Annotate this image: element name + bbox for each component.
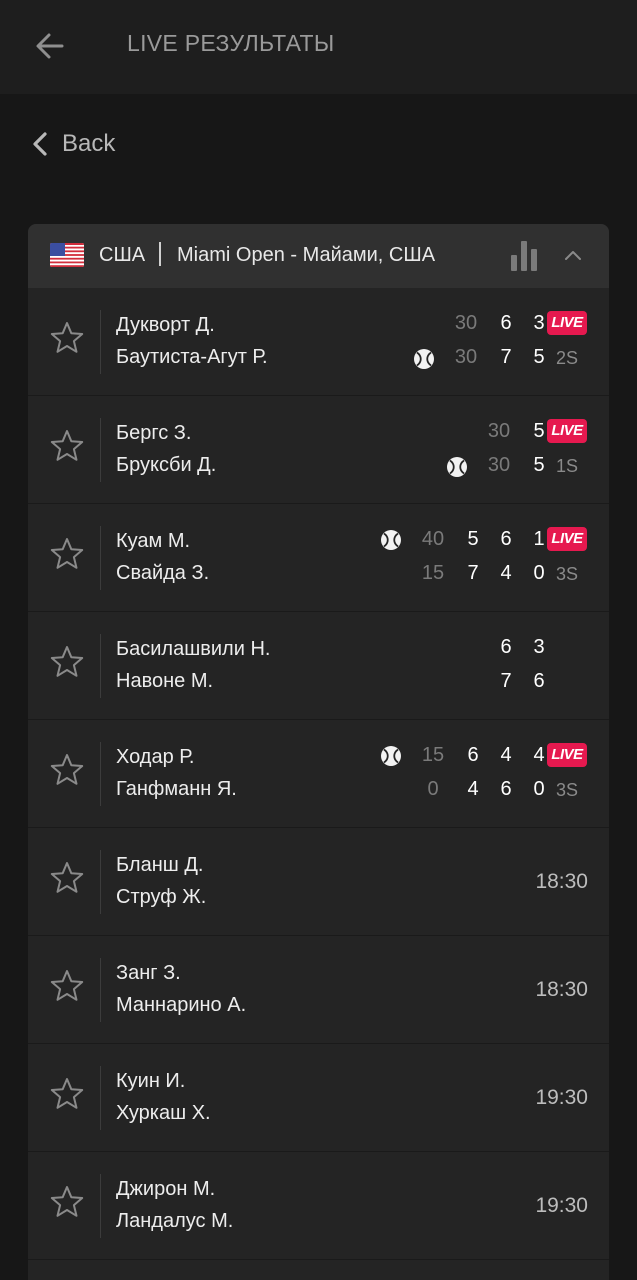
- current-set-label: 3S: [555, 780, 579, 800]
- player-one-name: Дукворт Д.: [116, 314, 215, 336]
- match-start-time: 19:30: [535, 1086, 588, 1109]
- match-row[interactable]: Куам М. Свайда З. 5 7 6 4 1 0 40 15 LIVE 3S: [28, 504, 609, 612]
- chevron-up-icon[interactable]: [562, 246, 584, 264]
- star-icon[interactable]: [49, 644, 85, 680]
- row-divider: [100, 418, 101, 482]
- player-one-set-score: 6: [500, 636, 512, 658]
- player-two-set-score: 6: [533, 670, 545, 692]
- player-two-name: Свайда З.: [116, 562, 210, 584]
- match-row[interactable]: Дукворт Д. Баутиста-Агут Р. 6 7 3 5 30 30 LIVE 2S: [28, 288, 609, 396]
- match-row[interactable]: Басилашвили Н. Навоне М. 6 7 3 6: [28, 612, 609, 720]
- player-two-set-score: 4: [500, 562, 512, 584]
- row-divider: [100, 742, 101, 806]
- match-row[interactable]: Ходар Р. Ганфманн Я. 6 4 4 6 4 0 15 0 LIVE 3S: [28, 720, 609, 828]
- star-icon[interactable]: [49, 536, 85, 572]
- live-badge: LIVE: [547, 419, 587, 443]
- player-two-game-points: 0: [427, 778, 439, 800]
- star-icon[interactable]: [49, 1076, 85, 1112]
- player-two-name: Маннарино А.: [116, 994, 247, 1016]
- player-one-name: Бергс З.: [116, 422, 192, 444]
- player-one-name: Басилашвили Н.: [116, 638, 271, 660]
- row-divider: [100, 526, 101, 590]
- player-one-name: Джирон М.: [116, 1178, 216, 1200]
- player-one-name: Куам М.: [116, 530, 191, 552]
- player-two-name: Бруксби Д.: [116, 454, 217, 476]
- player-one-set-score: 4: [500, 744, 512, 766]
- back-link[interactable]: Back: [30, 128, 115, 160]
- player-one-game-points: 15: [421, 744, 445, 766]
- match-row[interactable]: Куин И. Хуркаш Х. 19:30: [28, 1044, 609, 1152]
- us-flag-icon: [50, 243, 84, 267]
- live-badge: LIVE: [547, 311, 587, 335]
- current-set-label: 2S: [555, 348, 579, 368]
- player-two-set-score: 7: [467, 562, 479, 584]
- player-one-set-score: 6: [500, 528, 512, 550]
- header-divider: [159, 242, 161, 266]
- match-row[interactable]: Бланш Д. Струф Ж. 18:30: [28, 828, 609, 936]
- tennis-ball-icon: [447, 457, 467, 477]
- player-one-name: Бланш Д.: [116, 854, 204, 876]
- player-two-game-points: 30: [454, 346, 478, 368]
- bar-chart-icon[interactable]: [509, 239, 539, 271]
- star-icon[interactable]: [49, 752, 85, 788]
- player-one-set-score: 6: [467, 744, 479, 766]
- row-divider: [100, 1066, 101, 1130]
- row-divider: [100, 958, 101, 1022]
- tournament-country: США: [99, 244, 146, 266]
- row-divider: [100, 850, 101, 914]
- player-two-set-score: 7: [500, 670, 512, 692]
- arrow-left-icon[interactable]: [32, 28, 68, 64]
- match-start-time: 19:30: [535, 1194, 588, 1217]
- match-start-time: 18:30: [535, 978, 588, 1001]
- player-two-game-points: 30: [487, 454, 511, 476]
- match-row[interactable]: Джирон М. Ландалус М. 19:30: [28, 1152, 609, 1260]
- player-two-set-score: 6: [500, 778, 512, 800]
- player-one-name: Ходар Р.: [116, 746, 195, 768]
- star-icon[interactable]: [49, 320, 85, 356]
- star-icon[interactable]: [49, 968, 85, 1004]
- live-badge: LIVE: [547, 527, 587, 551]
- match-start-time: 18:30: [535, 870, 588, 893]
- match-list: Дукворт Д. Баутиста-Агут Р. 6 7 3 5 30 30 LIVE 2S…: [28, 288, 609, 1260]
- player-two-name: Хуркаш Х.: [116, 1102, 211, 1124]
- player-two-name: Навоне М.: [116, 670, 214, 692]
- player-two-name: Струф Ж.: [116, 886, 207, 908]
- player-two-set-score: 7: [500, 346, 512, 368]
- player-one-name: Занг З.: [116, 962, 181, 984]
- match-row[interactable]: Занг З. Маннарино А. 18:30: [28, 936, 609, 1044]
- chevron-left-icon: [33, 132, 47, 156]
- top-app-bar: LIVE РЕЗУЛЬТАТЫ: [0, 0, 637, 94]
- tournament-header[interactable]: США Miami Open - Майами, США: [28, 224, 609, 288]
- live-badge: LIVE: [547, 743, 587, 767]
- current-set-label: 1S: [555, 456, 579, 476]
- player-one-set-score: 6: [500, 312, 512, 334]
- player-two-name: Ландалус М.: [116, 1210, 234, 1232]
- player-one-game-points: 30: [487, 420, 511, 442]
- player-one-set-score: 3: [533, 636, 545, 658]
- player-two-name: Баутиста-Агут Р.: [116, 346, 268, 368]
- player-one-game-points: 40: [421, 528, 445, 550]
- star-icon[interactable]: [49, 1184, 85, 1220]
- tennis-ball-icon: [381, 530, 401, 550]
- page-title: LIVE РЕЗУЛЬТАТЫ: [127, 30, 335, 56]
- player-two-game-points: 15: [421, 562, 445, 584]
- tennis-ball-icon: [414, 349, 434, 369]
- back-link-label: Back: [62, 130, 116, 157]
- row-divider: [100, 1174, 101, 1238]
- tournament-card: США Miami Open - Майами, США Дукворт Д. Б…: [28, 224, 609, 1280]
- row-divider: [100, 634, 101, 698]
- player-two-set-score: 4: [467, 778, 479, 800]
- star-icon[interactable]: [49, 860, 85, 896]
- match-row[interactable]: Бергс З. Бруксби Д. 5 5 30 30 LIVE 1S: [28, 396, 609, 504]
- player-one-name: Куин И.: [116, 1070, 186, 1092]
- tennis-ball-icon: [381, 746, 401, 766]
- current-set-label: 3S: [555, 564, 579, 584]
- player-one-set-score: 5: [467, 528, 479, 550]
- player-two-name: Ганфманн Я.: [116, 778, 237, 800]
- star-icon[interactable]: [49, 428, 85, 464]
- tournament-name: Miami Open - Майами, США: [177, 244, 436, 266]
- player-one-game-points: 30: [454, 312, 478, 334]
- row-divider: [100, 310, 101, 374]
